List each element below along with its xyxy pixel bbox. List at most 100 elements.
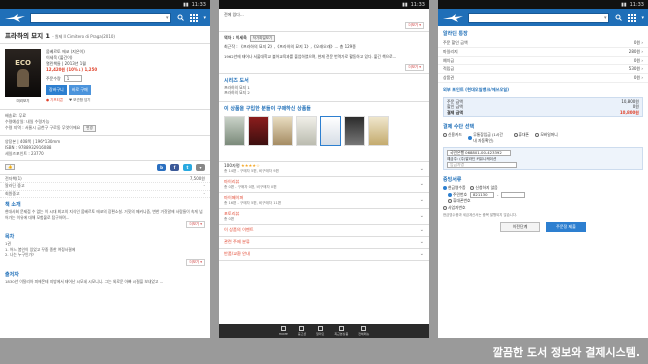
table-row[interactable]: 알라딘 중고 - bbox=[0, 183, 210, 191]
book-thumb[interactable] bbox=[272, 115, 293, 146]
price: 12,420원 (10%↓) 1,250 bbox=[46, 67, 98, 72]
no-receipt-radio[interactable]: 신청하지 않음 bbox=[470, 185, 498, 191]
translator-latest: 최근작 : 《프라하의 묘지 2》,《프라하의 묘지 1》,《오래오래》... … bbox=[224, 43, 356, 49]
used-shop-icon bbox=[299, 326, 305, 331]
share-bar: 👍 b f t ▾ bbox=[0, 159, 210, 174]
pay-card-radio[interactable]: 신용카드 bbox=[443, 132, 462, 138]
change-region-button[interactable]: 변경 bbox=[83, 125, 96, 132]
twitter-icon[interactable]: t bbox=[183, 163, 192, 171]
blog-icon[interactable]: b bbox=[157, 163, 166, 171]
author-text: 1830년 이탈리아 피에몬테 지방에서 태어난 시모네 시모니니. 그는 외로… bbox=[5, 278, 164, 284]
translator-name[interactable]: 역자 : 이세욱 bbox=[224, 35, 247, 40]
chevron-down-icon: ⌄ bbox=[419, 197, 424, 203]
book-thumb[interactable] bbox=[248, 115, 269, 146]
toc-list: 1권 1. 어느 봄인이 있었고 꾸중 종한 여정사결에 2. 나는 누구인가? bbox=[5, 241, 76, 257]
pay-bank-radio[interactable]: 무통장입금 (1시간 내 자동확인) bbox=[468, 132, 507, 144]
more-button[interactable]: 더보기 ▾ bbox=[186, 221, 205, 228]
nav-recent[interactable]: 최근본상품 bbox=[334, 326, 348, 336]
book-thumb[interactable] bbox=[344, 115, 365, 146]
cart-button[interactable]: 장바구니 bbox=[46, 85, 67, 95]
menu-caret-icon[interactable]: ▾ bbox=[641, 15, 644, 21]
prev-step-button[interactable]: 이전단계 bbox=[500, 222, 540, 233]
search-input[interactable]: ▾ bbox=[468, 12, 610, 23]
shipping-info: 배송료: 무료 수령예상일: 내일 수령가능 수령 지역 : 서울시 금천구 구… bbox=[0, 109, 210, 135]
list-item[interactable]: 예치금 0원 › bbox=[438, 57, 648, 66]
more-button[interactable]: 더보기 ▾ bbox=[186, 258, 205, 266]
account-select[interactable]: 국민은행 068801-00-423392 bbox=[447, 150, 511, 157]
list-item[interactable]: 상품권 0원 › bbox=[438, 74, 648, 83]
order-summary: 주문 금액 10,800원 할인 금액 0원 결제 금액 10,800원 bbox=[443, 96, 643, 118]
buy-now-button[interactable]: 바로 구매 bbox=[68, 85, 91, 95]
nav-home[interactable]: HOME bbox=[279, 326, 288, 336]
book-thumb[interactable] bbox=[320, 115, 341, 146]
chevron-down-icon: ⌄ bbox=[419, 227, 424, 233]
submit-order-button[interactable]: 주문정 제출 bbox=[546, 222, 586, 233]
cash-receipt-radio[interactable]: 현금영수증 bbox=[443, 185, 465, 191]
aladin-logo-icon[interactable] bbox=[442, 13, 464, 23]
phone-checkout: ▮▮ 11:33 ▾ ▾ 알라딘 통장 주문 할인 금액 0원 › 마일리지 280원… bbox=[438, 0, 648, 338]
preview-link[interactable]: 미리보기 bbox=[5, 99, 41, 104]
grid-menu-icon[interactable] bbox=[627, 13, 637, 23]
receipt-notice: 현금영수증과 세금계산서는 중복 발행되지 않습니다. bbox=[443, 213, 518, 218]
list-item[interactable]: 적립금 530원 › bbox=[438, 65, 648, 75]
book-title: 프라하의 묘지 1 - 원제 Il Cimitero di Praga(2010… bbox=[0, 26, 210, 44]
wishlist-link[interactable]: ♥ 보관함 담기 bbox=[69, 97, 90, 103]
book-thumb[interactable] bbox=[296, 115, 317, 146]
also-bought-heading: 이 상품을 구입한 분들이 구매하신 상품들 bbox=[219, 100, 429, 113]
book-cover[interactable]: ECO bbox=[5, 49, 41, 97]
author-heading: 출저자 bbox=[5, 271, 19, 278]
chevron-down-icon: ⌄ bbox=[419, 165, 424, 172]
author-file-button[interactable]: 작가파일보기 bbox=[249, 35, 276, 42]
list-item[interactable]: 주문 할인 금액 0원 › bbox=[438, 39, 648, 48]
accordion-return-policy[interactable]: 반품/교환 안내 ⌄ bbox=[219, 249, 429, 261]
menu-caret-icon[interactable]: ▾ bbox=[203, 15, 206, 21]
search-icon[interactable] bbox=[613, 13, 623, 23]
accordion-event[interactable]: 이 상품의 이벤트 ⌄ bbox=[219, 225, 429, 237]
depositor-input[interactable]: 입금자명 bbox=[447, 162, 517, 169]
rrn-input-2[interactable] bbox=[501, 192, 526, 199]
nav-aladin[interactable]: 알라딘 bbox=[316, 326, 324, 336]
external-points-heading[interactable]: 외부 포인트 (현대오일뱅크/에쓰오일) bbox=[438, 83, 648, 95]
grid-menu-icon[interactable] bbox=[189, 13, 199, 23]
qty-label: 주문수량 bbox=[46, 75, 61, 81]
nav-used[interactable]: 중고샵 bbox=[298, 326, 306, 336]
search-input[interactable]: ▾ bbox=[30, 12, 172, 23]
chevron-down-icon: ⌄ bbox=[419, 181, 424, 187]
table-row[interactable]: 전자책(1) 7,500원 bbox=[0, 176, 210, 183]
accordion-my-paper[interactable]: 마이페이퍼 총 16편 - 구매자 5편, 비구매자 11편 ⌄ bbox=[219, 193, 429, 209]
accordion-100-review[interactable]: 100자평 ★★★★☆ 총 14편 - 구매자 5편, 비구매자 9편 ⌄ bbox=[219, 160, 429, 177]
phone-radio[interactable]: 휴대폰번호 bbox=[448, 198, 470, 204]
accordion-related[interactable]: 관련 주제 분류 ⌄ bbox=[219, 237, 429, 249]
accordion-my-review[interactable]: 마이리뷰 총 0편 - 구매자 0편, 비구매자 0편 ⌄ bbox=[219, 177, 429, 193]
more-button[interactable]: 더보기 ▾ bbox=[405, 63, 424, 71]
search-icon[interactable] bbox=[175, 13, 185, 23]
pay-mobile-money-radio[interactable]: 모바일머니 bbox=[535, 132, 558, 138]
nav-all-menu[interactable]: 전체메뉴 bbox=[358, 326, 369, 336]
table-row[interactable]: 회원중고 - bbox=[0, 191, 210, 198]
book-thumb[interactable] bbox=[224, 115, 245, 146]
facebook-icon[interactable]: f bbox=[170, 163, 179, 171]
status-bar: ▮▮ 11:33 bbox=[0, 0, 210, 9]
status-time: 11:33 bbox=[410, 1, 425, 8]
pay-phone-radio[interactable]: 휴대폰 bbox=[513, 132, 529, 138]
top-text: 전에 있다... bbox=[224, 12, 244, 17]
caption: 깔끔한 도서 정보와 결제시스템. bbox=[492, 346, 640, 359]
menu-icon bbox=[361, 326, 367, 331]
accordion-photo-review[interactable]: 포토리뷰 총 0편 ⌄ bbox=[219, 209, 429, 225]
business-radio[interactable]: 사업자번호 bbox=[443, 205, 465, 211]
more-button[interactable]: 더보기 ▾ bbox=[405, 22, 424, 29]
book-thumb[interactable] bbox=[368, 115, 389, 146]
aladin-icon bbox=[317, 326, 323, 331]
toc-heading: 목차 bbox=[5, 234, 15, 240]
chevron-down-icon: ⌄ bbox=[419, 213, 424, 219]
gifticon-link[interactable]: ● 기프티콘 bbox=[46, 97, 63, 103]
quantity-input[interactable]: 1 bbox=[63, 75, 82, 82]
rating-stars: ★★★★☆ bbox=[241, 163, 260, 168]
list-item[interactable]: 마일리지 280원 › bbox=[438, 48, 648, 57]
more-share-icon[interactable]: ▾ bbox=[196, 163, 205, 171]
list-item[interactable]: 프라하의 묘지 2 bbox=[224, 90, 424, 96]
app-header: ▾ ▾ bbox=[438, 9, 648, 26]
recommend-button[interactable]: 👍 bbox=[5, 163, 16, 171]
aladin-logo-icon[interactable] bbox=[4, 13, 26, 23]
delivery-region: 수령 지역 : 서울시 금천구 구로동 무엇이에요 bbox=[5, 125, 81, 130]
